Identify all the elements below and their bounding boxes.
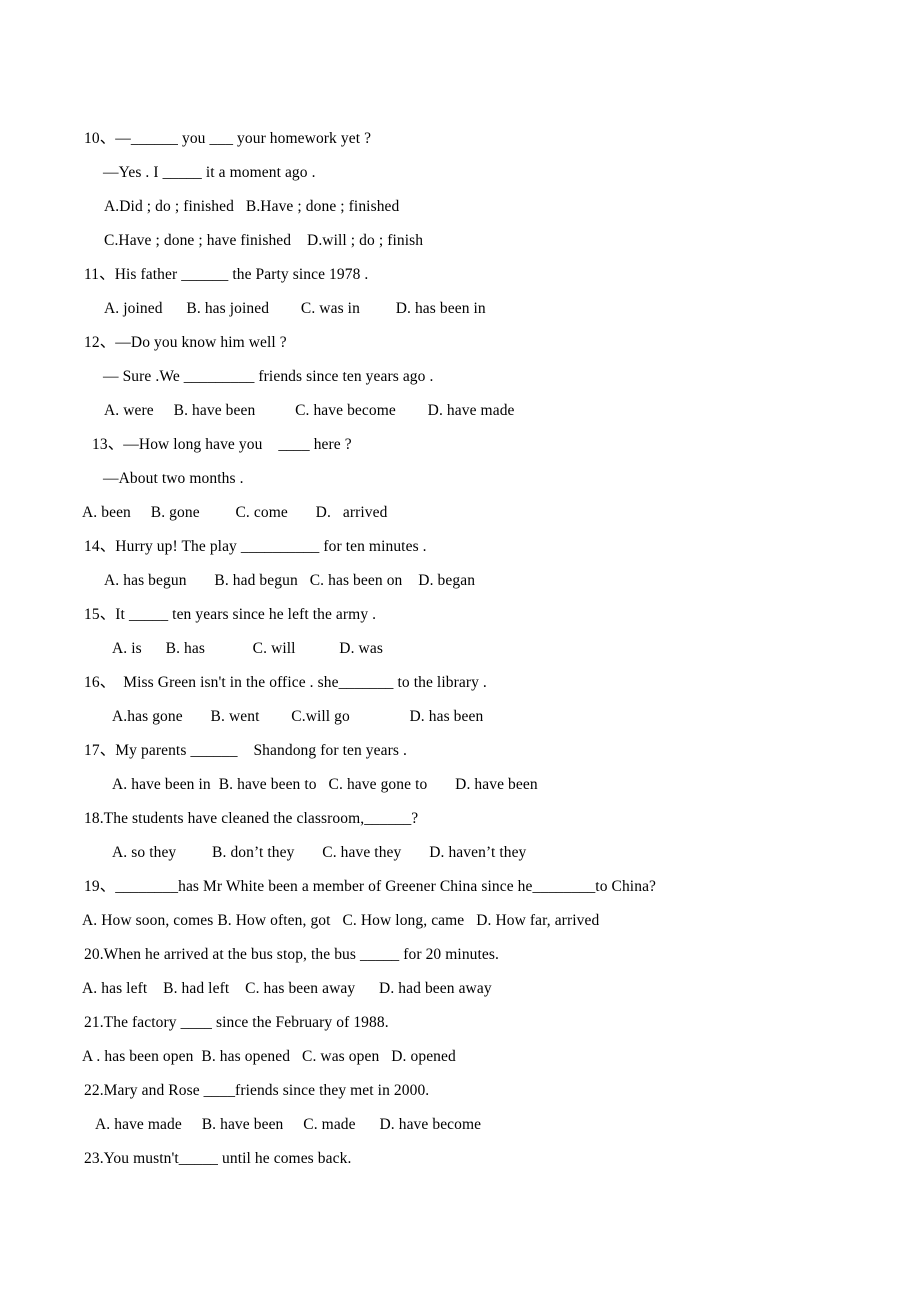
question-21-options: A . has been open B. has opened C. was o… xyxy=(82,1048,456,1065)
question-14-stem: 14、Hurry up! The play __________ for ten… xyxy=(84,538,427,555)
question-15-stem: 15、It _____ ten years since he left the … xyxy=(84,606,377,623)
question-13-options: A. been B. gone C. come D. arrived xyxy=(82,504,388,521)
question-23-stem: 23.You mustn't_____ until he comes back. xyxy=(84,1150,352,1167)
question-17-stem: 17、My parents ______ Shandong for ten ye… xyxy=(84,742,407,759)
question-list: 10、—______ you ___ your homework yet ? —… xyxy=(0,122,920,1176)
worksheet-page: 10、—______ you ___ your homework yet ? —… xyxy=(0,0,920,1302)
question-14-options: A. has begun B. had begun C. has been on… xyxy=(104,572,476,589)
question-19-stem: 19、________has Mr White been a member of… xyxy=(84,878,657,895)
question-10-options-ab: A.Did ; do ; finished B.Have ; done ; fi… xyxy=(104,198,400,215)
question-20-options: A. has left B. had left C. has been away… xyxy=(82,980,492,997)
question-22-options: A. have made B. have been C. made D. hav… xyxy=(95,1116,482,1133)
question-15-options: A. is B. has C. will D. was xyxy=(112,640,383,657)
question-10-stem: 10、—______ you ___ your homework yet ? xyxy=(84,130,372,147)
question-20-stem: 20.When he arrived at the bus stop, the … xyxy=(84,946,500,963)
question-10-options-cd: C.Have ; done ; have finished D.will ; d… xyxy=(104,232,424,249)
question-12-options: A. were B. have been C. have become D. h… xyxy=(104,402,515,419)
question-13-stem: 13、—How long have you ____ here ? xyxy=(92,436,352,453)
question-12-reply: — Sure .We _________ friends since ten y… xyxy=(103,368,434,385)
question-21-stem: 21.The factory ____ since the February o… xyxy=(84,1014,389,1031)
question-17-options: A. have been in B. have been to C. have … xyxy=(112,776,538,793)
question-13-reply: —About two months . xyxy=(103,470,244,487)
question-10-reply: —Yes . I _____ it a moment ago . xyxy=(103,164,316,181)
question-16-stem: 16、 Miss Green isn't in the office . she… xyxy=(84,674,487,691)
question-11-stem: 11、His father ______ the Party since 197… xyxy=(84,266,369,283)
question-18-stem: 18.The students have cleaned the classro… xyxy=(84,810,419,827)
question-22-stem: 22.Mary and Rose ____friends since they … xyxy=(84,1082,430,1099)
question-12-stem: 12、—Do you know him well ? xyxy=(84,334,287,351)
question-19-options: A. How soon, comes B. How often, got C. … xyxy=(82,912,600,929)
question-11-options: A. joined B. has joined C. was in D. has… xyxy=(104,300,486,317)
question-18-options: A. so they B. don’t they C. have they D.… xyxy=(112,844,527,861)
question-16-options: A.has gone B. went C.will go D. has been xyxy=(112,708,484,725)
